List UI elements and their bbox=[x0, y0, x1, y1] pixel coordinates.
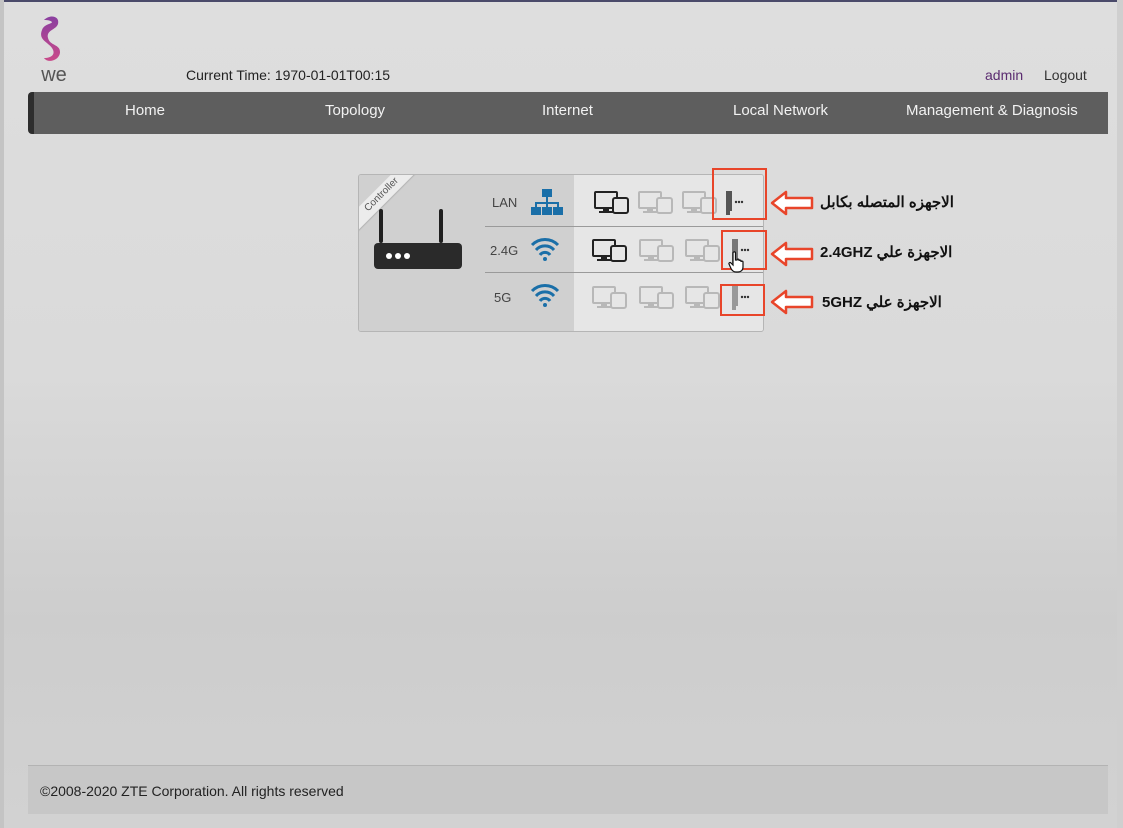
row-divider bbox=[485, 272, 763, 273]
admin-link[interactable]: admin bbox=[985, 67, 1023, 83]
wifi-icon bbox=[530, 238, 560, 261]
annotation-lan: الاجهزه المتصله بكابل bbox=[820, 194, 954, 211]
annotation-box-lan bbox=[712, 168, 767, 220]
copyright-text: ©2008-2020 ZTE Corporation. All rights r… bbox=[40, 783, 344, 799]
annotation-box-5g bbox=[720, 284, 765, 316]
footer: ©2008-2020 ZTE Corporation. All rights r… bbox=[28, 765, 1108, 814]
logout-link[interactable]: Logout bbox=[1044, 67, 1087, 83]
lan-network-icon bbox=[531, 189, 563, 215]
current-time: Current Time: 1970-01-01T00:15 bbox=[186, 67, 390, 83]
nav-local-network[interactable]: Local Network bbox=[733, 92, 828, 134]
pc-phone-icon[interactable] bbox=[592, 238, 628, 264]
window-left-border bbox=[0, 0, 4, 828]
arrow-left-icon bbox=[770, 190, 814, 216]
current-time-label: Current Time: bbox=[186, 67, 271, 83]
main-navbar: Home Topology Internet Local Network Man… bbox=[28, 92, 1108, 134]
router-icon bbox=[374, 209, 462, 269]
wifi-icon bbox=[530, 284, 560, 307]
pc-phone-icon[interactable] bbox=[639, 285, 675, 311]
window-right-border bbox=[1117, 0, 1123, 828]
band-label-5g: 5G bbox=[494, 290, 512, 305]
current-time-value: 1970-01-01T00:15 bbox=[274, 67, 391, 83]
pc-phone-icon[interactable] bbox=[594, 190, 630, 216]
band-label-lan: LAN bbox=[492, 195, 518, 210]
nav-home[interactable]: Home bbox=[125, 92, 165, 134]
brand-text: we bbox=[40, 64, 67, 84]
pc-phone-icon[interactable] bbox=[685, 285, 721, 311]
we-logo: we bbox=[30, 14, 78, 86]
pc-phone-icon[interactable] bbox=[639, 238, 675, 264]
pc-phone-icon[interactable] bbox=[638, 190, 674, 216]
nav-management-diagnosis[interactable]: Management & Diagnosis bbox=[906, 92, 1078, 134]
pc-phone-icon[interactable] bbox=[685, 238, 721, 264]
row-divider bbox=[485, 226, 763, 227]
window-top-border bbox=[0, 0, 1123, 2]
annotation-5g: الاجهزة علي 5GHZ bbox=[822, 294, 942, 311]
arrow-left-icon bbox=[770, 241, 814, 267]
nav-topology[interactable]: Topology bbox=[325, 92, 385, 134]
nav-internet[interactable]: Internet bbox=[542, 92, 593, 134]
annotation-24g: الاجهزة علي 2.4GHZ bbox=[820, 244, 953, 261]
band-label-24g: 2.4G bbox=[490, 243, 519, 258]
topology-panel: Controller LAN 2.4G 5G bbox=[358, 174, 764, 332]
hand-cursor-icon bbox=[728, 251, 744, 273]
arrow-left-icon bbox=[770, 289, 814, 315]
pc-phone-icon[interactable] bbox=[592, 285, 628, 311]
